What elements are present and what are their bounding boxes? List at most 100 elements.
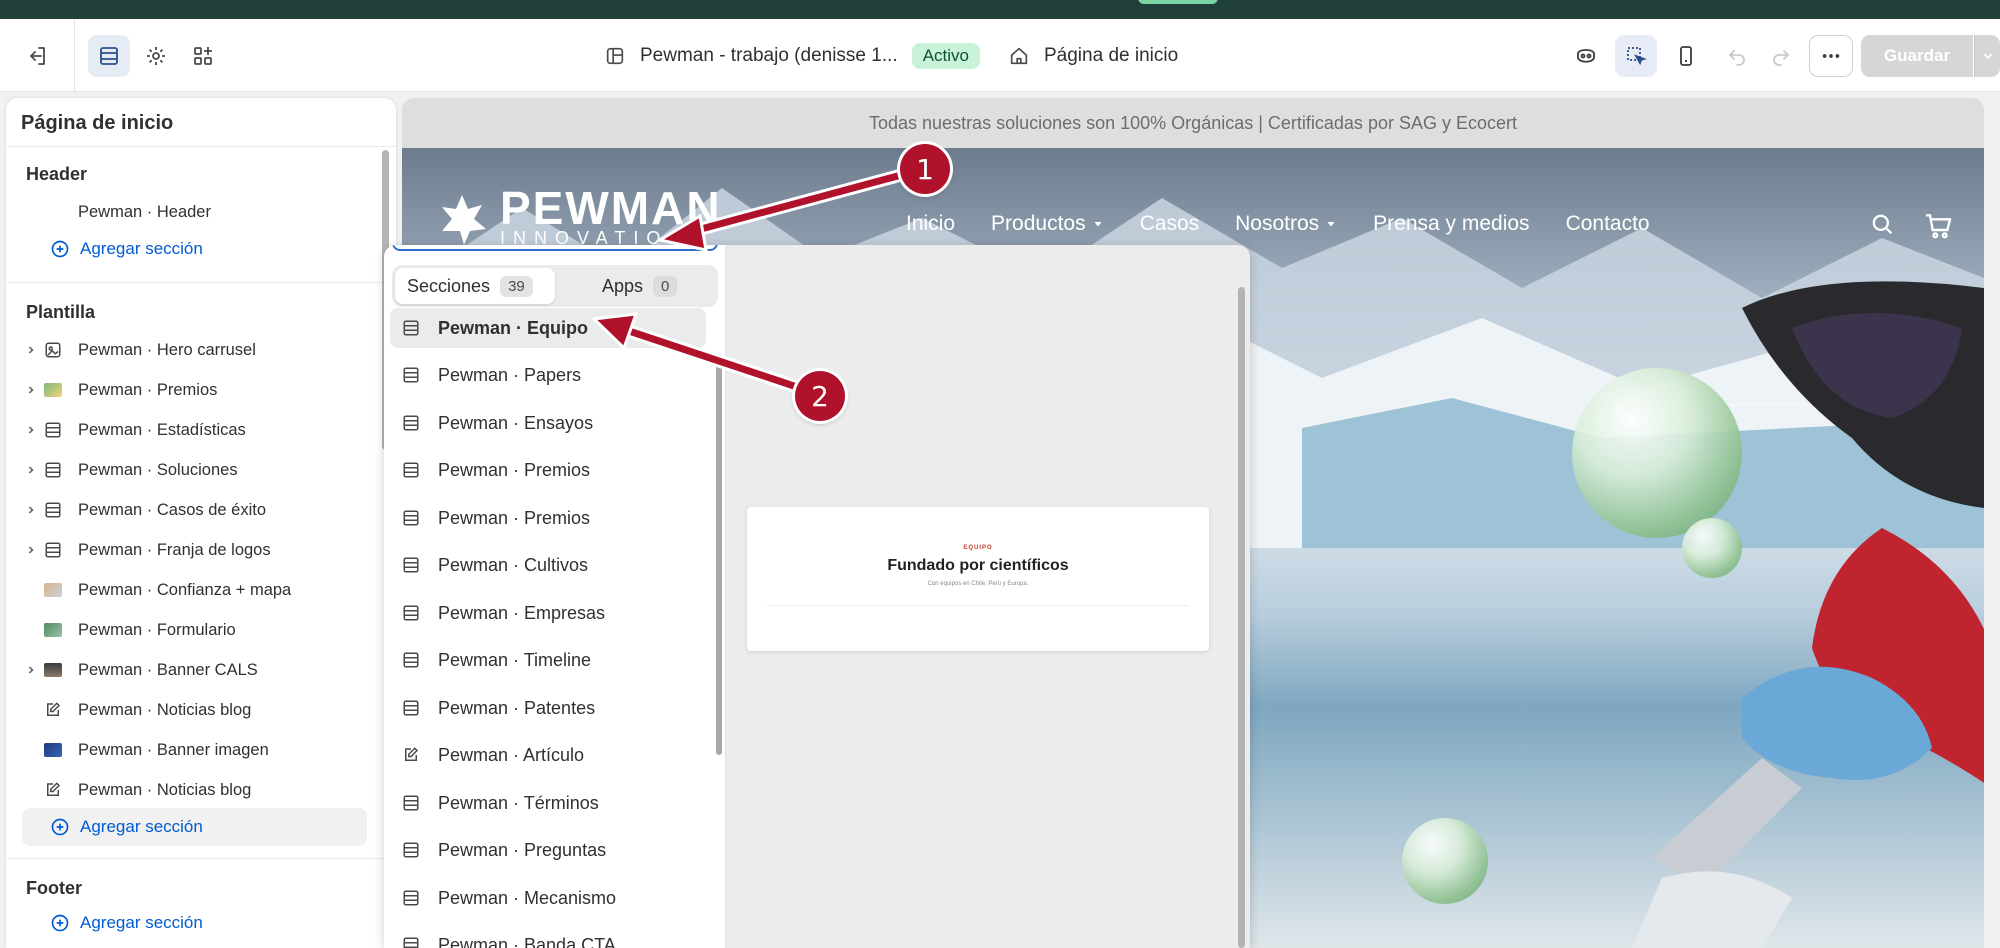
nav-nosotros[interactable]: Nosotros — [1235, 212, 1337, 236]
sidebar-item-noticias-blog[interactable]: Pewman · Noticias blog — [20, 692, 368, 728]
picker-item-articulo[interactable]: Pewman · Artículo — [390, 735, 706, 775]
image-thumb-icon — [44, 583, 62, 597]
section-icon — [45, 462, 61, 478]
chevron-right-icon[interactable] — [25, 664, 37, 676]
add-section-popover: Secciones 39 Apps 0 Pewman · Equipo Pewm… — [384, 245, 1250, 948]
goggles-image — [1742, 281, 1984, 508]
sidebar-item-confianza-mapa[interactable]: Pewman · Confianza + mapa — [20, 572, 368, 608]
preview-divider — [767, 605, 1189, 606]
sidebar-item-estadisticas[interactable]: Pewman · Estadísticas — [20, 412, 368, 448]
picker-item-terminos[interactable]: Pewman · Términos — [390, 783, 706, 823]
picker-item-ensayos[interactable]: Pewman · Ensayos — [390, 403, 706, 443]
template-add-section-button[interactable]: Agregar sección — [22, 808, 367, 846]
picker-item-mecanismo[interactable]: Pewman · Mecanismo — [390, 878, 706, 918]
sidebar-item-franja-de-logos[interactable]: Pewman · Franja de logos — [20, 532, 368, 568]
chevron-right-icon[interactable] — [25, 464, 37, 476]
chevron-right-icon[interactable] — [25, 344, 37, 356]
select-cursor-icon — [1627, 47, 1647, 66]
picker-item-premios[interactable]: Pewman · Premios — [390, 450, 706, 490]
sidebar-item-label: Pewman · Soluciones — [78, 460, 238, 479]
redo-button[interactable] — [1760, 35, 1802, 77]
chevron-right-icon[interactable] — [25, 424, 37, 436]
frame-scrollbar[interactable] — [1238, 287, 1245, 948]
store-logo[interactable]: PEWMAN INNOVATIO — [434, 182, 722, 249]
picker-item-timeline[interactable]: Pewman · Timeline — [390, 640, 706, 680]
picker-item-label: Pewman · Patentes — [438, 697, 596, 718]
picker-item-premios-2[interactable]: Pewman · Premios — [390, 498, 706, 538]
chevron-right-icon[interactable] — [25, 504, 37, 516]
customer-preview-button[interactable] — [1565, 35, 1607, 77]
main-navigation: Inicio Productos Casos Nosotros Prensa y… — [906, 212, 1650, 236]
sidebar-item-noticias-blog-2[interactable]: Pewman · Noticias blog — [20, 772, 368, 808]
plus-circle-icon — [51, 240, 69, 258]
sidebar-item-banner-imagen[interactable]: Pewman · Banner imagen — [20, 732, 368, 768]
apps-button[interactable] — [182, 35, 224, 77]
search-field-edge[interactable] — [392, 245, 718, 251]
picker-item-empresas[interactable]: Pewman · Empresas — [390, 593, 706, 633]
image-thumb-icon — [44, 623, 62, 637]
sidebar-item-casos-de-exito[interactable]: Pewman · Casos de éxito — [20, 492, 368, 528]
sidebar-divider — [6, 282, 396, 283]
theme-status-badge: Activo — [911, 43, 980, 69]
sidebar-item-header[interactable]: Pewman · Header — [20, 194, 368, 230]
section-icon — [403, 415, 419, 431]
tab-apps[interactable]: Apps 0 — [590, 268, 689, 304]
cart-icon[interactable] — [1922, 210, 1954, 242]
theme-settings-button[interactable] — [135, 35, 177, 77]
logo-text: PEWMAN — [500, 182, 722, 234]
picker-item-cultivos[interactable]: Pewman · Cultivos — [390, 545, 706, 585]
picker-item-preguntas[interactable]: Pewman · Preguntas — [390, 830, 706, 870]
nav-prensa[interactable]: Prensa y medios — [1373, 212, 1529, 236]
theme-name: Pewman - trabajo (denisse 1... — [640, 45, 898, 66]
save-options-button[interactable] — [1974, 35, 2000, 77]
search-icon[interactable] — [1868, 210, 1896, 238]
more-actions-button[interactable] — [1809, 35, 1853, 77]
header-group-label: Header — [26, 164, 88, 184]
picker-item-label: Pewman · Términos — [438, 792, 599, 813]
sidebar-item-label: Pewman · Noticias blog — [78, 700, 252, 719]
inspector-button[interactable] — [1615, 35, 1657, 77]
apps-icon — [194, 47, 212, 65]
sidebar-item-label: Pewman · Estadísticas — [78, 420, 246, 439]
preview-subtitle: Con equipos en Chile, Perú y Europa. — [927, 581, 1029, 587]
section-icon — [403, 795, 419, 811]
redo-icon — [1773, 50, 1790, 66]
nav-productos[interactable]: Productos — [991, 212, 1104, 236]
preview-mask-icon — [1577, 49, 1595, 63]
sidebar-item-premios[interactable]: Pewman · Premios — [20, 372, 368, 408]
save-button[interactable]: Guardar — [1861, 35, 1973, 77]
nav-contacto[interactable]: Contacto — [1566, 212, 1650, 236]
header-add-section-button[interactable]: Agregar sección — [50, 239, 203, 259]
picker-item-label: Pewman · Preguntas — [438, 839, 607, 860]
sidebar-item-soluciones[interactable]: Pewman · Soluciones — [20, 452, 368, 488]
sidebar-item-hero-carrusel[interactable]: Pewman · Hero carrusel — [20, 332, 368, 368]
sections-view-button[interactable] — [88, 35, 130, 77]
section-picker: Secciones 39 Apps 0 Pewman · Equipo Pewm… — [384, 245, 726, 948]
nav-label: Nosotros — [1235, 212, 1320, 235]
sidebar-item-banner-cals[interactable]: Pewman · Banner CALS — [20, 652, 368, 688]
nav-casos[interactable]: Casos — [1140, 212, 1200, 236]
chevron-right-icon[interactable] — [25, 384, 37, 396]
section-icon — [45, 542, 61, 558]
picker-item-patentes[interactable]: Pewman · Patentes — [390, 688, 706, 728]
tab-secciones[interactable]: Secciones 39 — [395, 268, 555, 304]
picker-item-equipo[interactable]: Pewman · Equipo — [390, 308, 706, 348]
section-icon — [403, 890, 419, 906]
exit-button[interactable] — [16, 35, 58, 77]
undo-button[interactable] — [1716, 35, 1758, 77]
picker-scrollbar[interactable] — [716, 365, 722, 755]
sidebar-item-label: Pewman · Formulario — [78, 620, 236, 639]
nav-inicio[interactable]: Inicio — [906, 212, 955, 236]
picker-item-banda-cta[interactable]: Pewman · Banda CTA — [390, 925, 706, 948]
mobile-view-button[interactable] — [1665, 35, 1707, 77]
sidebar-item-formulario[interactable]: Pewman · Formulario — [20, 612, 368, 648]
section-icon — [403, 842, 419, 858]
picker-item-label: Pewman · Premios — [438, 459, 591, 480]
chevron-right-icon[interactable] — [25, 544, 37, 556]
footer-add-section-button[interactable]: Agregar sección — [50, 913, 203, 933]
picker-item-papers[interactable]: Pewman · Papers — [390, 355, 706, 395]
page-selector[interactable]: Página de inicio — [1008, 41, 1178, 71]
sidebar-divider — [6, 858, 396, 859]
theme-selector[interactable]: Pewman - trabajo (denisse 1... Activo — [604, 41, 980, 71]
tab-label: Secciones — [407, 275, 491, 296]
